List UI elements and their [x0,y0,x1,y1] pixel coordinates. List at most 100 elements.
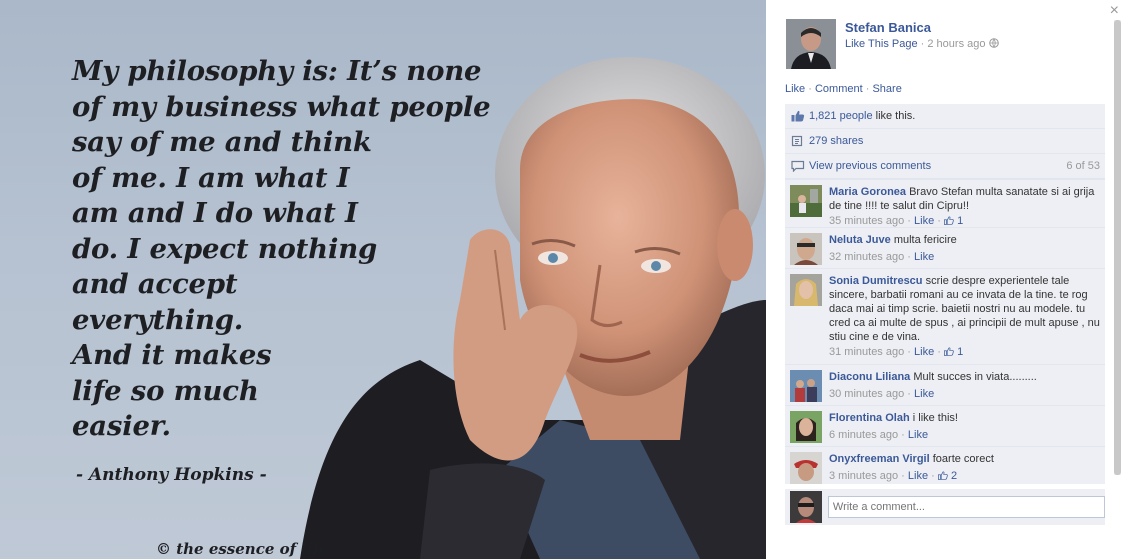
commenter-name[interactable]: Maria Goronea [829,186,906,198]
comment-item: Florentina Olah i like this! 6 minutes a… [785,405,1105,446]
thumbs-up-icon [944,347,954,356]
comment-time[interactable]: 32 minutes ago [829,251,904,263]
comment-item: Maria Goronea Bravo Stefan multa sanatat… [785,179,1105,227]
separator: · [907,346,911,358]
scrollbar[interactable] [1114,20,1121,475]
comment-like-button[interactable]: Like [908,429,928,441]
like-count-value: 1 [957,346,964,358]
comment-item: Sonia Dumitrescu scrie despre experiente… [785,268,1105,364]
comment-like-button[interactable]: Like [914,346,934,358]
like-count-value: 2 [950,470,958,482]
like-page-link[interactable]: Like This Page [845,38,918,50]
quote-line: easier. [72,410,171,442]
comment-time[interactable]: 35 minutes ago [829,215,904,227]
avatar-image [790,185,822,217]
quote-line: and accept [72,268,238,300]
post-photo[interactable]: My philosophy is: It’s none of my busine… [0,0,766,559]
separator: · [901,470,905,482]
comment-time[interactable]: 30 minutes ago [829,388,904,400]
commenter-name[interactable]: Sonia Dumitrescu [829,275,923,287]
comment-like-button[interactable]: Like [914,388,934,400]
commenter-name[interactable]: Neluta Juve [829,234,891,246]
separator: · [920,38,925,50]
scrollbar-thumb[interactable] [1114,20,1121,475]
separator: · [907,251,911,263]
separator: · [901,429,905,441]
comment-button[interactable]: Comment [815,83,863,95]
quote-line: everything. [72,303,244,336]
separator: · [865,83,870,95]
post-timestamp[interactable]: 2 hours ago [927,38,985,50]
commenter-avatar[interactable] [790,233,822,265]
current-user-avatar [790,491,822,523]
view-previous-comments-link[interactable]: View previous comments [809,160,931,172]
likes-row: 1,821 people like this. [785,104,1105,129]
shares-link[interactable]: 279 shares [809,135,863,147]
commenter-avatar[interactable] [790,370,822,402]
commenter-name[interactable]: Florentina Olah [829,412,910,424]
photo-watermark: © the essence of life [156,540,329,558]
quote-author: - Anthony Hopkins - [76,465,267,485]
page-avatar[interactable] [786,19,836,69]
comment-text: multa fericire [893,234,957,246]
avatar-image [790,233,822,265]
separator: · [937,346,941,358]
commenter-name[interactable]: Diaconu Liliana [829,371,910,383]
post-meta: Like This Page · 2 hours ago [845,38,999,50]
close-icon[interactable]: × [1110,2,1119,20]
comment-item: Onyxfreeman Virgil foarte corect 3 minut… [785,446,1105,484]
post-actions: Like · Comment · Share [785,83,902,95]
comment-meta: 32 minutes ago · Like [829,250,1101,264]
comment-like-button[interactable]: Like [914,215,934,227]
quote-text: My philosophy is: It’s none of my busine… [72,54,492,445]
separator: · [907,215,911,227]
avatar-image [790,452,822,484]
comment-like-count[interactable]: 2 [937,470,958,482]
comment-meta: 30 minutes ago · Like [829,387,1101,401]
globe-icon [988,38,999,48]
comment-like-count[interactable]: 1 [944,215,963,227]
separator: · [931,470,935,482]
avatar-image [790,411,822,443]
commenter-avatar[interactable] [790,452,822,484]
commenter-name[interactable]: Onyxfreeman Virgil [829,453,930,465]
comment-like-count[interactable]: 1 [944,346,963,358]
comment-like-button[interactable]: Like [914,251,934,263]
avatar-image [786,19,836,69]
quote-line: am and I do what I [72,197,358,229]
page-name-link[interactable]: Stefan Banica [845,20,931,35]
thumbs-up-icon [791,110,805,122]
write-comment-row [785,489,1105,525]
comment-count: 6 of 53 [1066,160,1100,172]
comment-item: Neluta Juve multa fericire 32 minutes ag… [785,227,1105,268]
comment-input[interactable] [827,496,1105,518]
avatar-image [790,370,822,402]
comment-text: i like this! [912,412,958,424]
thumbs-up-icon [937,471,948,480]
comment-meta: 35 minutes ago · Like · 1 [829,214,1101,228]
comment-time[interactable]: 3 minutes ago [829,470,898,482]
avatar-image [790,491,822,523]
share-icon [791,135,803,147]
share-button[interactable]: Share [872,83,901,95]
avatar-image [790,274,822,306]
like-button[interactable]: Like [785,83,805,95]
quote-line: My philosophy is: It’s none [72,55,482,87]
separator: · [808,83,812,95]
comment-meta: 3 minutes ago · Like · 2 [829,469,1101,483]
commenter-avatar[interactable] [790,274,822,306]
comment-time[interactable]: 31 minutes ago [829,346,904,358]
comment-text: Mult succes in viata......... [913,371,1037,383]
comment-item: Diaconu Liliana Mult succes in viata....… [785,364,1105,405]
feedback-box: 1,821 people like this. 279 shares View … [785,104,1105,484]
commenter-avatar[interactable] [790,185,822,217]
comment-like-button[interactable]: Like [908,470,928,482]
quote-line: And it makes [72,339,272,371]
comment-time[interactable]: 6 minutes ago [829,429,898,441]
quote-line: of me. I am what I [72,161,350,194]
quote-line: say of me and think [72,126,372,158]
quote-line: do. I expect nothing [72,232,378,265]
likers-link[interactable]: 1,821 people [809,110,873,122]
likes-suffix: like this. [875,110,916,122]
commenter-avatar[interactable] [790,411,822,443]
